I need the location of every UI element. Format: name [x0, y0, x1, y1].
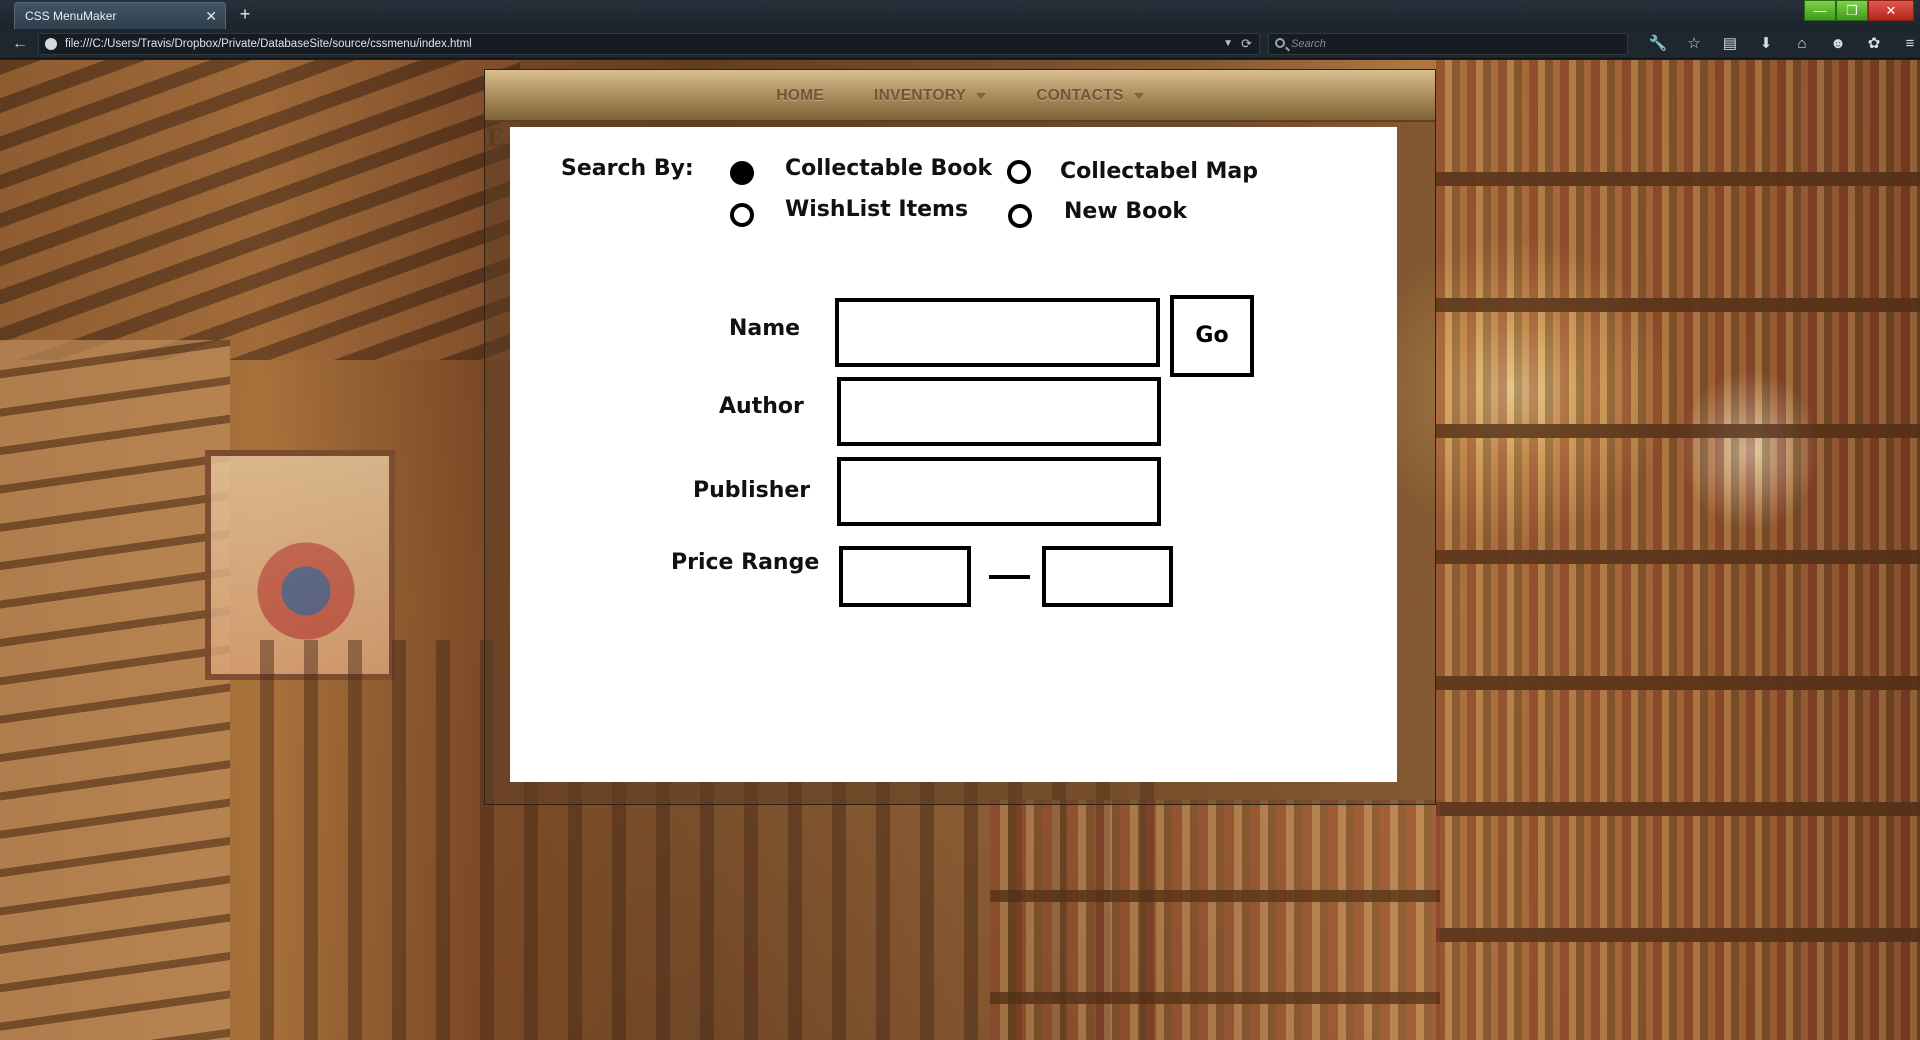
addon-icon[interactable]: ✿: [1856, 32, 1892, 56]
obscured-page-heading: E: [487, 123, 505, 152]
price-range-dash: [989, 575, 1030, 579]
tab-title: CSS MenuMaker: [25, 9, 117, 23]
menu-item-home[interactable]: HOME: [776, 87, 824, 105]
radio-wishlist-items-label[interactable]: WishList Items: [785, 197, 968, 222]
menu-icon[interactable]: ≡: [1892, 32, 1920, 56]
go-button[interactable]: Go: [1170, 295, 1254, 377]
radio-collectable-book[interactable]: [730, 161, 754, 185]
browser-tab-strip: CSS MenuMaker ✕ + — ❐ ✕: [0, 0, 1920, 29]
chat-icon[interactable]: ☻: [1820, 32, 1856, 56]
menu-item-contacts[interactable]: CONTACTS: [1036, 87, 1144, 105]
search-by-label: Search By:: [561, 156, 694, 181]
price-max-field[interactable]: [1042, 546, 1173, 607]
back-button[interactable]: ←: [8, 34, 32, 54]
browser-search-bar[interactable]: [1268, 33, 1628, 55]
minimize-button[interactable]: —: [1804, 0, 1836, 21]
menu-item-inventory-label: INVENTORY: [874, 87, 967, 104]
search-icon: [1275, 38, 1285, 48]
chevron-down-icon: [1133, 93, 1144, 99]
address-bar[interactable]: file:///C:/Users/Travis/Dropbox/Private/…: [38, 33, 1260, 55]
page-viewport: HOME INVENTORY CONTACTS E Search By: Col…: [0, 60, 1920, 1040]
radio-new-book-label[interactable]: New Book: [1064, 199, 1187, 224]
close-window-button[interactable]: ✕: [1868, 0, 1914, 21]
background-bookshelves: [1436, 60, 1920, 1040]
radio-wishlist-items[interactable]: [730, 203, 754, 227]
radio-new-book[interactable]: [1008, 204, 1032, 228]
publisher-label: Publisher: [693, 478, 811, 503]
site-navigation-menu: HOME INVENTORY CONTACTS: [485, 70, 1435, 122]
menu-item-home-label: HOME: [776, 87, 825, 104]
radio-collectabel-map-label[interactable]: Collectabel Map: [1060, 159, 1258, 184]
author-label: Author: [719, 394, 804, 419]
publisher-field[interactable]: [837, 457, 1161, 526]
background-lower-bookshelves: [990, 800, 1440, 1040]
name-field[interactable]: [835, 298, 1160, 367]
menu-item-contacts-label: CONTACTS: [1036, 87, 1124, 104]
radio-collectable-book-label[interactable]: Collectable Book: [785, 156, 992, 181]
window-controls: — ❐ ✕: [1804, 0, 1914, 22]
home-icon[interactable]: ⌂: [1784, 32, 1820, 56]
wrench-icon[interactable]: 🔧: [1640, 32, 1676, 56]
browser-toolbar: 🔧 ☆ ▤ ⬇ ⌂ ☻ ✿ ≡: [1640, 32, 1920, 56]
reading-list-icon[interactable]: ▤: [1712, 32, 1748, 56]
name-label: Name: [729, 316, 801, 341]
browser-navigation-bar: ← file:///C:/Users/Travis/Dropbox/Privat…: [0, 29, 1920, 59]
site-identity-icon[interactable]: [45, 38, 57, 50]
download-icon[interactable]: ⬇: [1748, 32, 1784, 56]
star-icon[interactable]: ☆: [1676, 32, 1712, 56]
search-form-panel: Search By: Collectable Book Collectabel …: [510, 127, 1397, 782]
tab-close-icon[interactable]: ✕: [205, 3, 217, 29]
radio-collectabel-map[interactable]: [1007, 160, 1031, 184]
reload-icon[interactable]: ⟳: [1241, 34, 1252, 54]
price-min-field[interactable]: [839, 546, 971, 607]
maximize-button[interactable]: ❐: [1836, 0, 1868, 21]
price-range-label: Price Range: [671, 550, 820, 575]
author-field[interactable]: [837, 377, 1161, 446]
background-ceiling: [0, 60, 520, 360]
browser-tab[interactable]: CSS MenuMaker ✕: [14, 2, 226, 29]
new-tab-button[interactable]: +: [234, 2, 256, 26]
url-text[interactable]: file:///C:/Users/Travis/Dropbox/Private/…: [65, 38, 472, 50]
background-stone-wall: [0, 340, 230, 1040]
url-history-dropdown-icon[interactable]: ▼: [1223, 34, 1233, 54]
chevron-down-icon: [976, 93, 987, 99]
browser-search-input[interactable]: [1291, 35, 1621, 53]
menu-item-inventory[interactable]: INVENTORY: [874, 87, 987, 105]
